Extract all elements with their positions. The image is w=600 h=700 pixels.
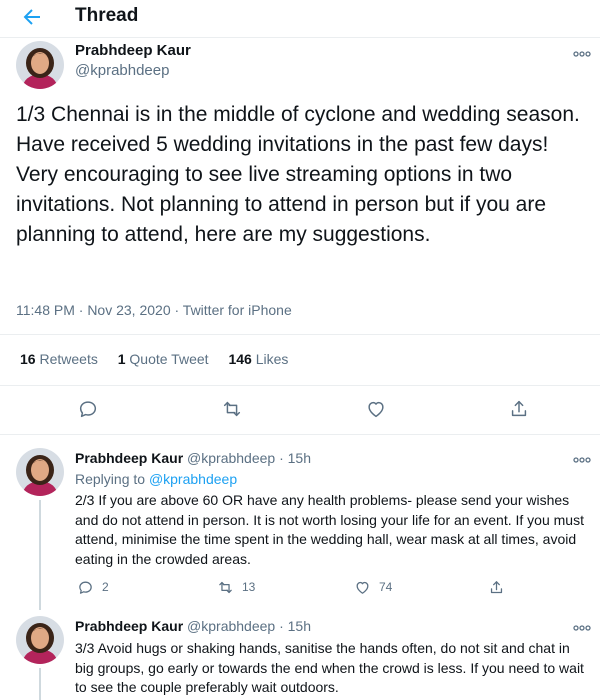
- retweet-icon: [219, 581, 232, 593]
- divider: [0, 385, 600, 386]
- retweets-count: 16: [20, 351, 36, 367]
- quotes-label: Quote Tweet: [129, 351, 209, 367]
- share-action[interactable]: [488, 578, 505, 596]
- retweets-stat[interactable]: 16 Retweets: [20, 351, 98, 367]
- author-handle-time[interactable]: @kprabhdeep · 15h: [187, 618, 311, 634]
- author-name[interactable]: Prabhdeep Kaur: [75, 618, 183, 634]
- more-icon[interactable]: [572, 46, 592, 57]
- divider: [0, 334, 600, 335]
- tweet-text: 1/3 Chennai is in the middle of cyclone …: [16, 103, 580, 246]
- likes-label: Likes: [255, 351, 289, 367]
- reply-header: Prabhdeep Kaur @kprabhdeep · 15h: [75, 450, 311, 466]
- reply-icon: [79, 581, 92, 594]
- divider: [0, 434, 600, 435]
- back-arrow-icon[interactable]: [20, 5, 44, 29]
- header-divider: [0, 37, 600, 38]
- avatar[interactable]: [16, 448, 64, 496]
- thread-header: Thread: [0, 0, 600, 36]
- like-action[interactable]: 74: [354, 578, 392, 596]
- reply-text: 2/3 If you are above 60 OR have any heal…: [75, 492, 584, 567]
- quotes-stat[interactable]: 1 Quote Tweet: [118, 351, 209, 367]
- retweets-label: Retweets: [39, 351, 98, 367]
- tweet-timestamp[interactable]: 11:48 PM · Nov 23, 2020 · Twitter for iP…: [16, 302, 292, 318]
- like-icon: [356, 581, 369, 594]
- likes-count: 146: [228, 351, 252, 367]
- author-name[interactable]: Prabhdeep Kaur: [75, 450, 183, 466]
- likes-stat[interactable]: 146 Likes: [228, 351, 288, 367]
- reply-action[interactable]: 2: [77, 578, 109, 596]
- author-handle[interactable]: @kprabhdeep: [75, 62, 169, 79]
- quotes-count: 1: [117, 351, 126, 367]
- like-icon[interactable]: [365, 398, 387, 420]
- page-title: Thread: [75, 5, 139, 26]
- share-icon[interactable]: [508, 398, 530, 420]
- share-icon: [490, 580, 503, 593]
- replying-handle-link[interactable]: @kprabhdeep: [149, 471, 237, 487]
- thread-connector: [39, 668, 41, 700]
- reply-icon[interactable]: [77, 398, 99, 420]
- reply-header: Prabhdeep Kaur @kprabhdeep · 15h: [75, 618, 311, 634]
- avatar[interactable]: [16, 41, 64, 89]
- thread-connector: [39, 500, 41, 610]
- replying-to: Replying to @kprabhdeep: [75, 471, 237, 487]
- more-icon[interactable]: [572, 620, 592, 631]
- retweet-action[interactable]: 13: [217, 578, 255, 596]
- retweet-icon[interactable]: [221, 398, 243, 420]
- like-count: 74: [379, 580, 393, 594]
- replying-label: Replying to: [75, 471, 146, 487]
- author-name[interactable]: Prabhdeep Kaur: [75, 42, 191, 59]
- reply-text: 3/3 Avoid hugs or shaking hands, sanitis…: [75, 640, 584, 695]
- tweet-stats: 16 Retweets 1 Quote Tweet 146 Likes: [20, 351, 304, 367]
- reply-count: 2: [102, 580, 109, 594]
- more-icon[interactable]: [572, 452, 592, 463]
- retweet-count: 13: [242, 580, 256, 594]
- author-handle-time[interactable]: @kprabhdeep · 15h: [187, 450, 311, 466]
- avatar[interactable]: [16, 616, 64, 664]
